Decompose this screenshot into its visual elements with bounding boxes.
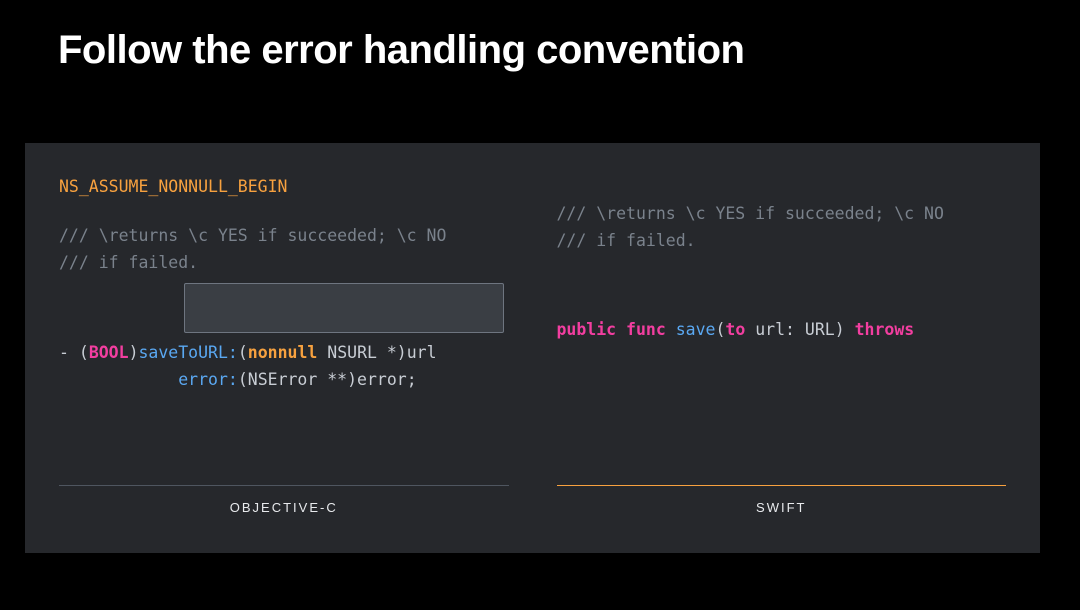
language-labels-row: OBJECTIVE-C SWIFT	[59, 485, 1006, 515]
code-panel: NS_ASSUME_NONNULL_BEGIN /// \returns \c …	[25, 143, 1040, 553]
swift-comment-line1: /// \returns \c YES if succeeded; \c NO	[557, 200, 1007, 227]
swift-signature: public func save(to url: URL) throws	[557, 316, 1007, 343]
objc-column: NS_ASSUME_NONNULL_BEGIN /// \returns \c …	[59, 173, 509, 523]
slide-title: Follow the error handling convention	[0, 0, 1080, 85]
edit-highlight-box	[184, 283, 504, 333]
swift-label: SWIFT	[557, 485, 1007, 515]
objc-label: OBJECTIVE-C	[59, 485, 509, 515]
swift-comment-line2: /// if failed.	[557, 227, 1007, 254]
objc-comment-line2: /// if failed.	[59, 249, 509, 276]
macro-line: NS_ASSUME_NONNULL_BEGIN	[59, 173, 509, 200]
swift-column: /// \returns \c YES if succeeded; \c NO …	[557, 173, 1007, 523]
objc-signature: - (BOOL)saveToURL:(nonnull NSURL *)url e…	[59, 339, 509, 393]
objc-comment-line1: /// \returns \c YES if succeeded; \c NO	[59, 222, 509, 249]
